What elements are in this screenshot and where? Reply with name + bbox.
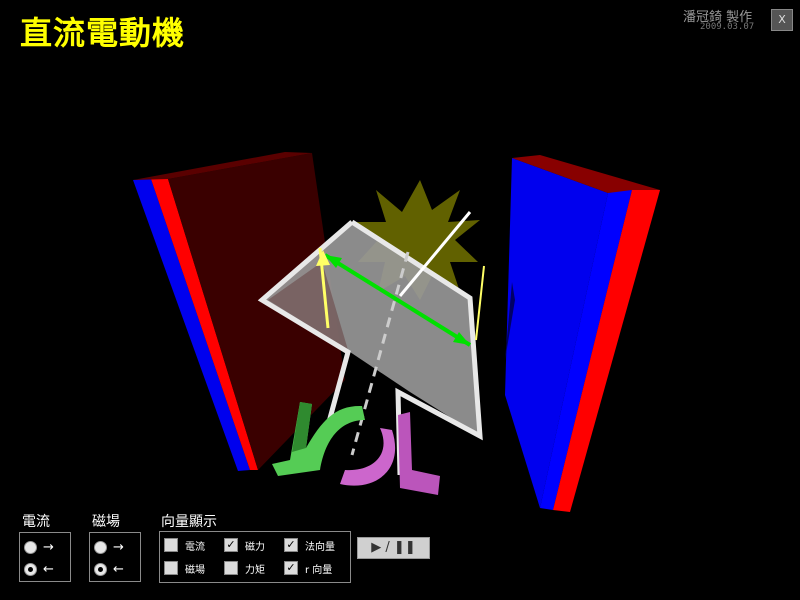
checkbox-box[interactable] xyxy=(164,561,178,575)
brush-purple-left xyxy=(340,428,396,486)
checkbox-r-vector[interactable]: ✓ r 向量 xyxy=(284,559,332,577)
current-left-option[interactable]: ← xyxy=(24,560,54,578)
checkbox-torque[interactable]: 力矩 xyxy=(224,559,265,577)
radio-button[interactable] xyxy=(24,540,37,554)
play-pause-button[interactable]: ▶ / ❚❚ xyxy=(357,537,430,559)
checkbox-label: 磁場 xyxy=(185,564,205,576)
radio-button[interactable] xyxy=(94,540,107,554)
field-direction-group: → ← xyxy=(89,532,141,582)
checkbox-magnetic-force[interactable]: ✓ 磁力 xyxy=(224,536,265,554)
left-arrow-label: ← xyxy=(113,561,124,577)
checkbox-label: 法向量 xyxy=(305,541,335,553)
credit-date: 2009.03.07 xyxy=(700,22,755,32)
force-vector-right xyxy=(475,265,485,341)
checkbox-current[interactable]: 電流 xyxy=(164,536,205,554)
vector-display-group: 電流 ✓ 磁力 ✓ 法向量 磁場 力矩 ✓ r 向量 xyxy=(159,531,351,583)
checkbox-box[interactable] xyxy=(164,538,178,552)
motor-scene xyxy=(133,152,660,512)
radio-button-selected[interactable] xyxy=(94,562,107,576)
current-right-option[interactable]: → xyxy=(24,538,54,556)
field-left-option[interactable]: ← xyxy=(94,560,124,578)
radio-button-selected[interactable] xyxy=(24,562,37,576)
brush-purple-right xyxy=(398,412,440,495)
page-title: 直流電動機 xyxy=(20,14,186,52)
checkbox-normal-vector[interactable]: ✓ 法向量 xyxy=(284,536,335,554)
checkbox-box[interactable]: ✓ xyxy=(284,561,298,575)
vector-panel-label: 向量顯示 xyxy=(161,514,217,530)
left-arrow-label: ← xyxy=(43,561,54,577)
checkbox-box[interactable]: ✓ xyxy=(224,538,238,552)
checkbox-label: 磁力 xyxy=(245,541,265,553)
checkbox-label: 電流 xyxy=(185,541,205,553)
checkbox-label: 力矩 xyxy=(245,564,265,576)
field-right-option[interactable]: → xyxy=(94,538,124,556)
field-panel-label: 磁場 xyxy=(92,514,120,530)
current-direction-group: → ← xyxy=(19,532,71,582)
right-arrow-label: → xyxy=(43,539,54,555)
checkbox-magnetic-field[interactable]: 磁場 xyxy=(164,559,205,577)
checkbox-box[interactable] xyxy=(224,561,238,575)
checkbox-box[interactable]: ✓ xyxy=(284,538,298,552)
close-button[interactable]: X xyxy=(771,9,793,31)
checkbox-label: r 向量 xyxy=(305,564,333,576)
right-arrow-label: → xyxy=(113,539,124,555)
current-panel-label: 電流 xyxy=(22,514,50,530)
